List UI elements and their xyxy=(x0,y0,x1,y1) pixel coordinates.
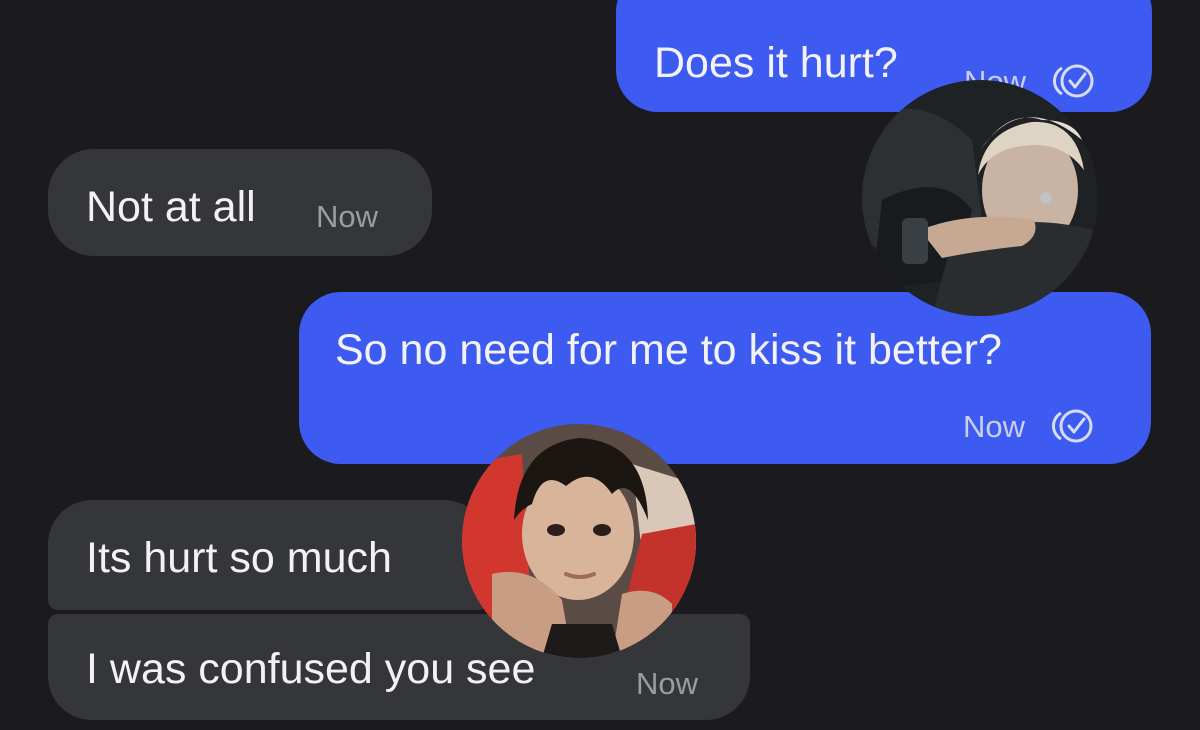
chat-thread: Does it hurt? Now Not at all Now So no n… xyxy=(0,0,1200,730)
message-text: Does it hurt? xyxy=(654,39,898,87)
message-bubble-sent[interactable]: So no need for me to kiss it better? Now xyxy=(299,292,1151,464)
read-receipt-icon xyxy=(1039,407,1097,445)
message-meta: Now xyxy=(636,668,698,699)
person-photo-icon xyxy=(862,80,1098,316)
message-time: Now xyxy=(316,199,379,234)
avatar-dark-hair-person[interactable] xyxy=(462,424,696,658)
person-photo-icon xyxy=(462,424,696,658)
avatar-blonde-person[interactable] xyxy=(862,80,1098,316)
message-text: I was confused you see xyxy=(86,645,536,693)
message-bubble-received[interactable]: Not at all Now xyxy=(48,149,432,256)
message-meta: Now xyxy=(963,407,1097,445)
message-time: Now xyxy=(636,666,699,701)
message-text: So no need for me to kiss it better? xyxy=(335,326,1002,374)
message-time: Now xyxy=(963,408,1026,444)
read-receipt-icon xyxy=(1040,62,1098,100)
message-bubble-received[interactable]: Its hurt so much xyxy=(48,500,488,610)
message-bubble-sent[interactable]: Does it hurt? Now xyxy=(616,0,1152,112)
message-text: Not at all xyxy=(86,183,256,231)
message-text: Its hurt so much xyxy=(86,534,392,582)
message-meta: Now xyxy=(316,201,378,232)
